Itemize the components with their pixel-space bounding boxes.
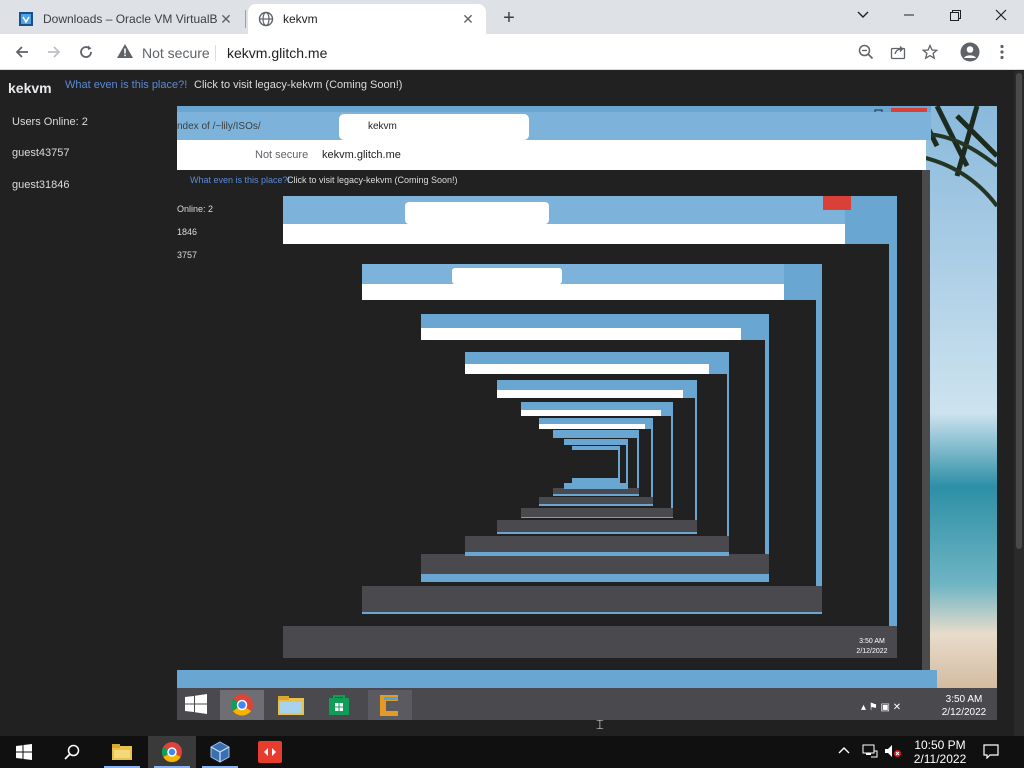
close-window-button[interactable] [978, 0, 1024, 30]
forward-button[interactable] [41, 39, 67, 65]
remote-legacy-text: Click to visit legacy-kekvm (Coming Soon… [287, 175, 458, 185]
remote-chrome-icon [220, 690, 264, 720]
back-button[interactable] [9, 39, 35, 65]
profile-avatar[interactable] [957, 39, 983, 65]
zoom-icon[interactable] [853, 39, 879, 65]
windows-taskbar: 10:50 PM 2/11/2022 [0, 736, 1024, 768]
remote-user-item: 1846 [177, 227, 198, 237]
reload-button[interactable] [73, 39, 99, 65]
tab-kekvm[interactable]: kekvm ✕ [248, 4, 486, 34]
share-icon[interactable] [885, 39, 911, 65]
omnibox-divider [215, 45, 216, 61]
start-button[interactable] [0, 736, 48, 768]
mouse-cursor-icon: ⌶ [596, 717, 604, 732]
remote-clock: 3:50 AM 2/12/2022 [939, 693, 989, 719]
close-tab-icon[interactable]: ✕ [460, 11, 476, 27]
url-text[interactable]: kekvm.glitch.me [227, 45, 327, 61]
remote-user-item: 3757 [177, 250, 198, 260]
remote-security-label: Not secure [255, 149, 309, 161]
vm-screen-render: ✕ – [177, 106, 997, 720]
close-tab-icon[interactable]: ✕ [218, 11, 234, 27]
restore-button[interactable] [932, 0, 978, 30]
virtualbox-taskbar-icon[interactable] [196, 736, 244, 768]
remote-start-icon [185, 694, 207, 714]
remote-store-icon [327, 693, 351, 717]
user-list-item[interactable]: guest43757 [12, 147, 70, 159]
virtualbox-favicon [18, 11, 34, 27]
clock-date: 2/11/2022 [913, 752, 967, 766]
warning-icon[interactable] [116, 43, 134, 64]
chrome-taskbar-icon[interactable] [148, 736, 196, 768]
remote-tab-title: ndex of /~lily/ISOs/ [177, 121, 261, 132]
menu-dots-icon[interactable] [989, 39, 1015, 65]
show-hidden-icons[interactable] [838, 744, 850, 759]
users-online-count: Users Online: 2 [12, 116, 88, 128]
browser-tabstrip: Downloads – Oracle VM VirtualB ✕ kekvm ✕… [0, 0, 1024, 34]
globe-icon [258, 11, 274, 27]
remote-explorer-icon [277, 694, 305, 716]
remote-tab-title: kekvm [368, 121, 397, 132]
remote-app-icon [368, 690, 412, 720]
app-taskbar-icon[interactable] [246, 736, 294, 768]
scrollbar-thumb[interactable] [1016, 73, 1022, 549]
tab-downloads[interactable]: Downloads – Oracle VM VirtualB ✕ [8, 4, 244, 34]
remote-url-text: kekvm.glitch.me [322, 149, 401, 161]
nested-clock-time: 3:50 AM [859, 638, 885, 645]
remote-what-link: What even is this place?! [190, 175, 291, 185]
user-list-item[interactable]: guest31846 [12, 179, 70, 191]
nested-clock: 3:50 AM 2/12/2022 [850, 637, 894, 657]
tab-title: kekvm [283, 12, 318, 26]
security-label[interactable]: Not secure [142, 45, 210, 61]
network-icon[interactable] [862, 744, 878, 761]
legacy-kekvm-link[interactable]: Click to visit legacy-kekvm (Coming Soon… [194, 79, 402, 91]
search-icon[interactable] [48, 736, 96, 768]
remote-clock-time: 3:50 AM [945, 694, 983, 705]
bookmark-star-icon[interactable] [917, 39, 943, 65]
nested-clock-date: 2/12/2022 [856, 648, 888, 655]
remote-clock-date: 2/12/2022 [941, 707, 987, 718]
what-is-this-link[interactable]: What even is this place?! [65, 79, 187, 91]
notifications-icon[interactable] [983, 744, 999, 762]
tab-title: Downloads – Oracle VM VirtualB [43, 12, 218, 26]
clock-time: 10:50 PM [914, 738, 966, 752]
remote-users-online: Online: 2 [177, 204, 214, 214]
vm-screen[interactable]: ✕ – [177, 106, 997, 720]
tab-search-icon[interactable] [840, 0, 886, 30]
minimize-button[interactable] [886, 0, 932, 30]
browser-toolbar: Not secure kekvm.glitch.me [0, 34, 1024, 70]
remote-tray-icons: ▴ ⚑ ▣ ✕ [861, 702, 902, 713]
tab-divider [245, 10, 246, 28]
new-tab-button[interactable]: + [498, 8, 520, 30]
file-explorer-icon[interactable] [98, 736, 146, 768]
taskbar-clock[interactable]: 10:50 PM 2/11/2022 [905, 738, 975, 766]
volume-muted-icon[interactable] [884, 744, 902, 761]
site-brand[interactable]: kekvm [8, 80, 52, 96]
